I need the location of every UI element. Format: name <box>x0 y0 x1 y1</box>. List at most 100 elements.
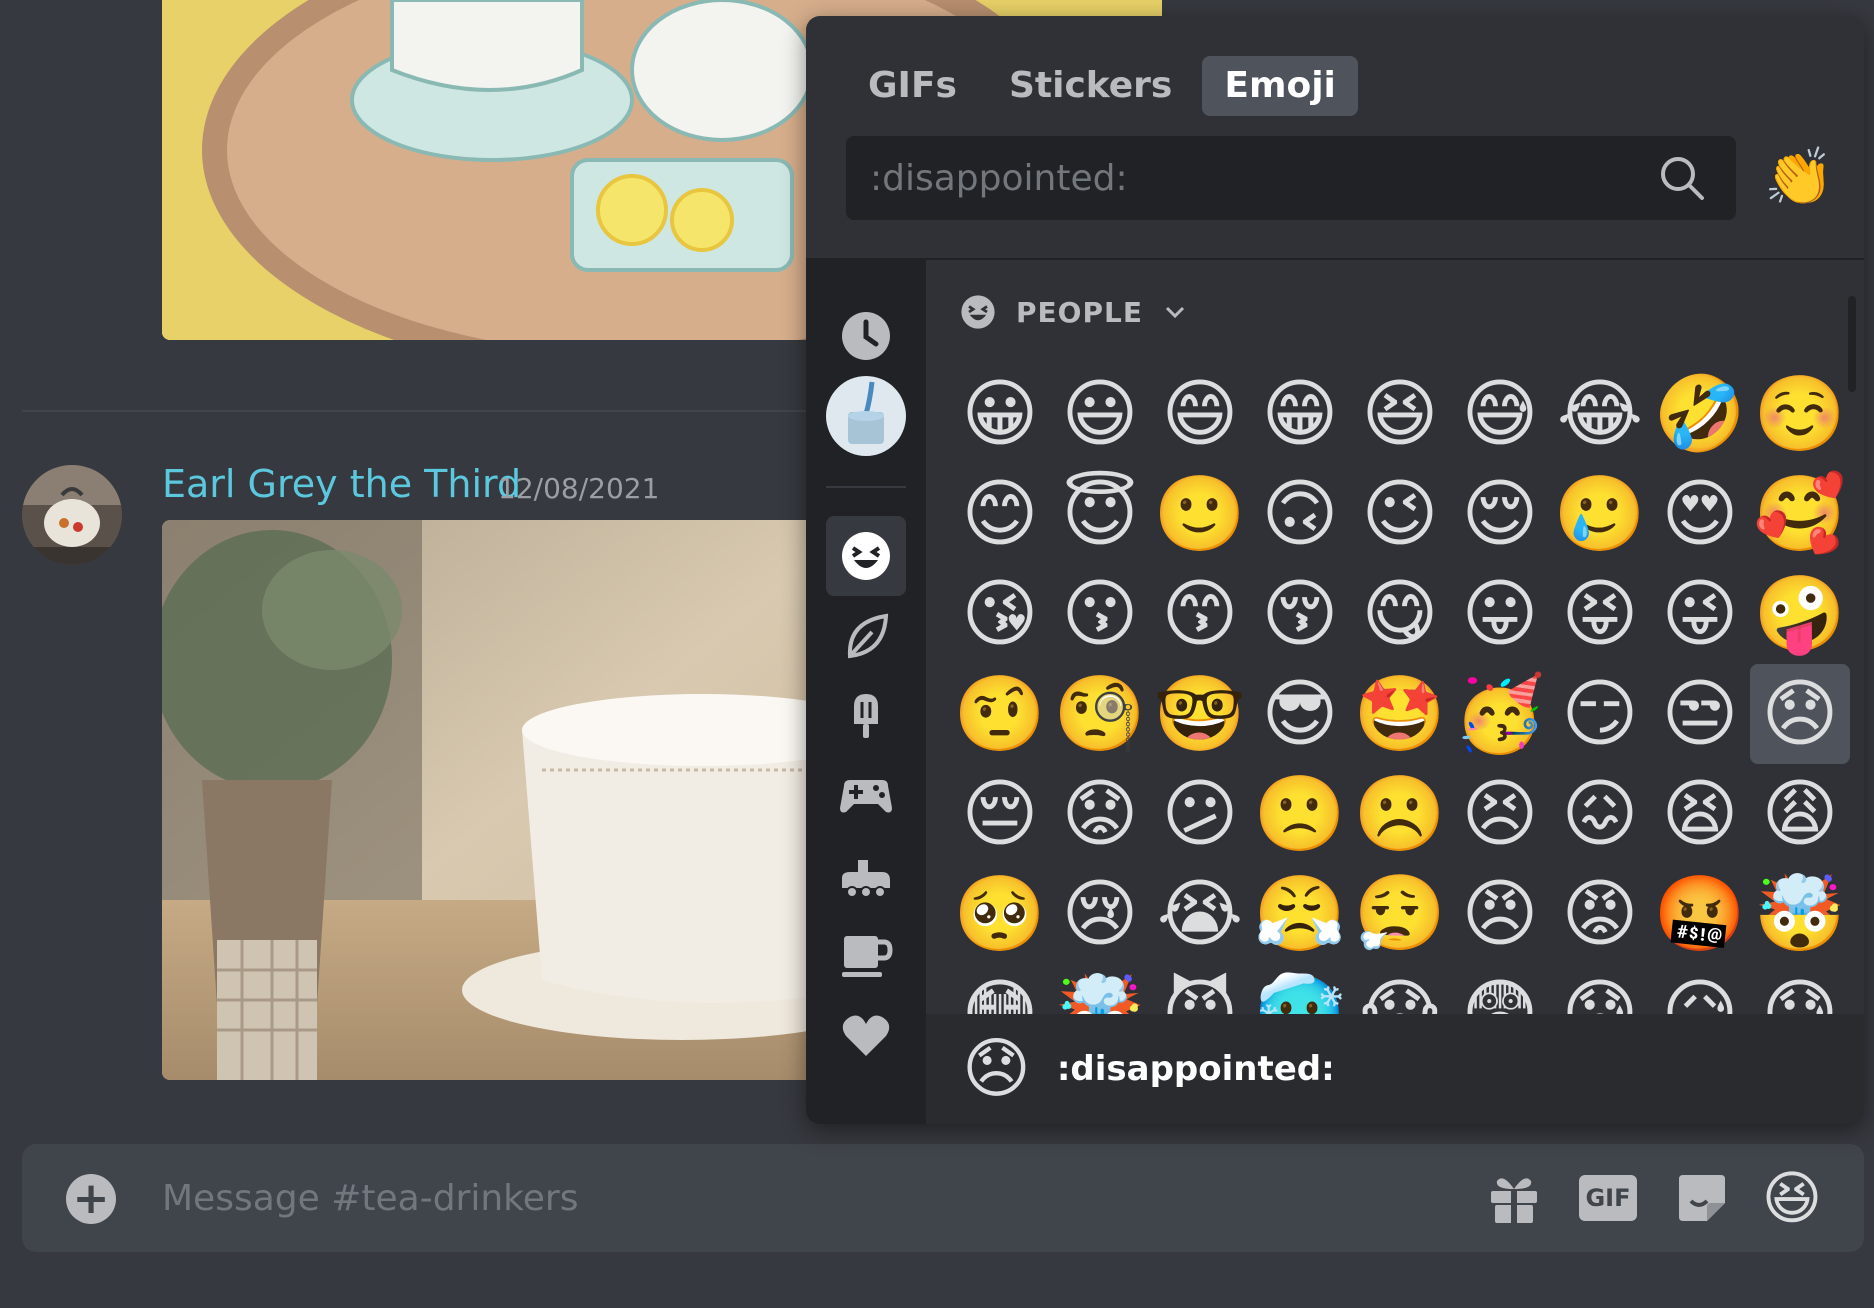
emoji-button[interactable]: 😭 <box>1150 864 1250 964</box>
picker-tabs: GIFs Stickers Emoji <box>846 56 1358 116</box>
emoji-button[interactable]: 🧐 <box>1050 664 1150 764</box>
emoji-grid-panel: PEOPLE 😀 😃 😄 😁 😆 😅 😂 🤣 ☺️ 😊 😇 🙂 🙃 😉 😌 🥲 😍 🥰 😘 😗 😙 😚 😋 😛 😝 😜 🤪 🤨 🧐 🤓 😎 🤩… <box>926 260 1864 1014</box>
mug-icon[interactable] <box>826 916 906 996</box>
emoji-button[interactable]: 😅 <box>1450 364 1550 464</box>
emoji-button[interactable]: 🥶 <box>1250 964 1350 1014</box>
emoji-button[interactable]: 😆 <box>1350 364 1450 464</box>
emoji-button[interactable]: 😒 <box>1650 664 1750 764</box>
emoji-button[interactable]: 😓 <box>1750 964 1850 1014</box>
emoji-button[interactable]: 🤨 <box>950 664 1050 764</box>
emoji-button[interactable]: 🥺 <box>950 864 1050 964</box>
emoji-category-sidebar <box>806 260 926 1124</box>
leaf-icon[interactable] <box>826 596 906 676</box>
tab-gifs[interactable]: GIFs <box>846 56 979 116</box>
emoji-button[interactable]: 😝 <box>1550 564 1650 664</box>
emoji-button[interactable]: 🙁 <box>1250 764 1350 864</box>
emoji-button[interactable]: 😘 <box>950 564 1050 664</box>
emoji-button[interactable]: 🤯 <box>1750 864 1850 964</box>
server-avatar[interactable] <box>826 376 906 456</box>
emoji-button[interactable]: 🥲 <box>1550 464 1650 564</box>
emoji-button[interactable]: 😢 <box>1050 864 1150 964</box>
emoji-button[interactable]: 😀 <box>950 364 1050 464</box>
emoji-button[interactable]: 😃 <box>1050 364 1150 464</box>
emoji-button[interactable]: 😔 <box>950 764 1050 864</box>
emoji-button[interactable]: 😊 <box>950 464 1050 564</box>
emoji-button[interactable]: 😜 <box>1650 564 1750 664</box>
section-title: PEOPLE <box>1016 295 1143 329</box>
emoji-button[interactable]: 😙 <box>1150 564 1250 664</box>
message-image-tea-cup[interactable] <box>162 520 862 1080</box>
emoji-button[interactable]: 😄 <box>1150 364 1250 464</box>
emoji-button[interactable]: 😉 <box>1350 464 1450 564</box>
category-separator <box>826 486 906 488</box>
emoji-button[interactable]: 🤓 <box>1150 664 1250 764</box>
emoji-search-box <box>846 136 1736 220</box>
emoji-button[interactable]: 😁 <box>1250 364 1350 464</box>
emoji-picker-button[interactable]: 😆 <box>1762 1164 1822 1232</box>
avatar[interactable] <box>22 465 122 565</box>
vehicle-icon[interactable] <box>826 836 906 916</box>
emoji-button[interactable]: 😖 <box>1550 764 1650 864</box>
emoji-button[interactable]: 🙃 <box>1250 464 1350 564</box>
message-input[interactable] <box>162 1164 1462 1232</box>
emoji-button[interactable]: 😏 <box>1550 664 1650 764</box>
emoji-button[interactable]: 🤯 <box>1050 964 1150 1014</box>
sticker-icon[interactable] <box>1672 1168 1732 1228</box>
emoji-button[interactable]: 😚 <box>1250 564 1350 664</box>
section-header-people[interactable]: PEOPLE <box>960 294 1187 330</box>
emoji-button[interactable]: ☺️ <box>1750 364 1850 464</box>
preview-emoji: 😞 <box>962 1030 1031 1107</box>
emoji-button[interactable]: 😗 <box>1050 564 1150 664</box>
skin-tone-button[interactable]: 👏 <box>1764 138 1834 218</box>
clock-icon[interactable] <box>826 296 906 376</box>
emoji-preview-bar: 😞 :disappointed: <box>926 1014 1864 1124</box>
emoji-button[interactable]: 😳 <box>950 964 1050 1014</box>
emoji-button[interactable]: 😰 <box>1550 964 1650 1014</box>
popsicle-icon[interactable] <box>826 676 906 756</box>
emoji-button[interactable]: 😋 <box>1350 564 1450 664</box>
emoji-button[interactable]: 😛 <box>1450 564 1550 664</box>
emoji-search-input[interactable] <box>870 146 1650 210</box>
emoji-button[interactable]: 😩 <box>1750 764 1850 864</box>
emoji-button[interactable]: 😇 <box>1050 464 1150 564</box>
emoji-button[interactable]: 🤪 <box>1750 564 1850 664</box>
tab-emoji[interactable]: Emoji <box>1202 56 1358 116</box>
emoji-button[interactable]: 😠 <box>1450 864 1550 964</box>
message-author[interactable]: Earl Grey the Third <box>162 462 521 506</box>
emoji-button[interactable]: 😈 <box>1150 964 1250 1014</box>
emoji-button[interactable]: 🤩 <box>1350 664 1450 764</box>
emoji-button[interactable]: 😞 <box>1750 664 1850 764</box>
discord-chat-view: Earl Grey the Third 12/08/2021 + Message… <box>0 0 1874 1308</box>
heart-icon[interactable] <box>826 996 906 1076</box>
gif-label: GIF <box>1579 1175 1637 1221</box>
smiley-icon[interactable] <box>826 516 906 596</box>
emoji-button[interactable]: 😌 <box>1450 464 1550 564</box>
emoji-button[interactable]: 😱 <box>1350 964 1450 1014</box>
emoji-button[interactable]: 😮‍💨 <box>1350 864 1450 964</box>
gift-icon[interactable] <box>1484 1168 1544 1228</box>
emoji-button[interactable]: 🥳 <box>1450 664 1550 764</box>
emoji-button[interactable]: 🤬 <box>1650 864 1750 964</box>
gif-button[interactable]: GIF <box>1578 1168 1638 1228</box>
emoji-button[interactable]: 🥰 <box>1750 464 1850 564</box>
emoji-button[interactable]: 😕 <box>1150 764 1250 864</box>
add-attachment-button[interactable]: + <box>66 1174 116 1224</box>
emoji-button[interactable]: 😍 <box>1650 464 1750 564</box>
message-timestamp: 12/08/2021 <box>498 472 660 505</box>
emoji-button[interactable]: 🙂 <box>1150 464 1250 564</box>
emoji-button[interactable]: 😂 <box>1550 364 1650 464</box>
emoji-button[interactable]: 😎 <box>1250 664 1350 764</box>
emoji-button[interactable]: 😨 <box>1450 964 1550 1014</box>
emoji-button[interactable]: 🤣 <box>1650 364 1750 464</box>
emoji-grid: 😀 😃 😄 😁 😆 😅 😂 🤣 ☺️ 😊 😇 🙂 🙃 😉 😌 🥲 😍 🥰 😘 😗 😙 😚 😋 😛 😝 😜 🤪 🤨 🧐 🤓 😎 🤩 🥳 😏 😒 😞 😔 😟 😕… <box>950 364 1860 1014</box>
emoji-button[interactable]: 😤 <box>1250 864 1350 964</box>
emoji-button[interactable]: 😟 <box>1050 764 1150 864</box>
emoji-button[interactable]: 😥 <box>1650 964 1750 1014</box>
emoji-button[interactable]: 😡 <box>1550 864 1650 964</box>
chevron-down-icon <box>1165 306 1185 319</box>
emoji-button[interactable]: ☹️ <box>1350 764 1450 864</box>
tab-stickers[interactable]: Stickers <box>987 56 1194 116</box>
emoji-button[interactable]: 😫 <box>1650 764 1750 864</box>
emoji-button[interactable]: 😣 <box>1450 764 1550 864</box>
gamepad-icon[interactable] <box>826 756 906 836</box>
